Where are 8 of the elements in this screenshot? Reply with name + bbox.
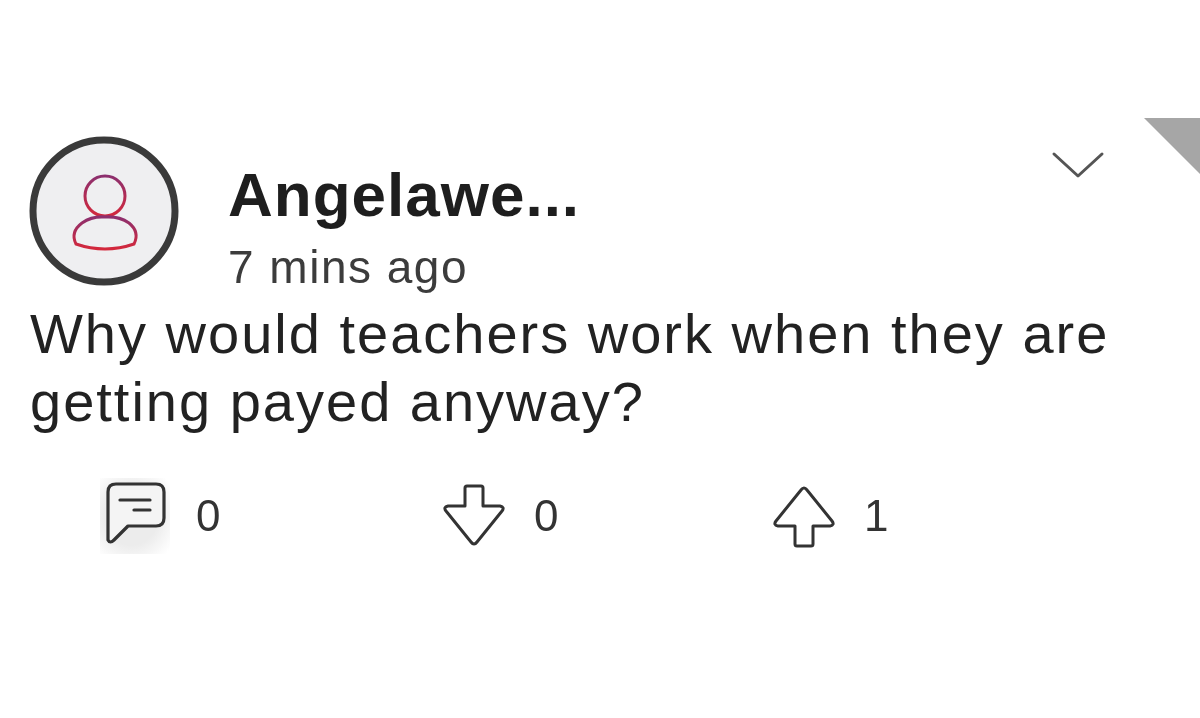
chevron-down-icon[interactable] — [1050, 150, 1106, 180]
count: 1 — [864, 494, 889, 538]
speech-bubble-icon[interactable] — [100, 478, 170, 554]
corner-triangle-drawing — [1144, 118, 1200, 174]
count: 0 — [534, 494, 559, 538]
avatar-icon — [29, 136, 179, 286]
post-text: Why would teachers work when they are getting payed anyway? — [30, 301, 1111, 435]
count: 0 — [196, 494, 221, 538]
